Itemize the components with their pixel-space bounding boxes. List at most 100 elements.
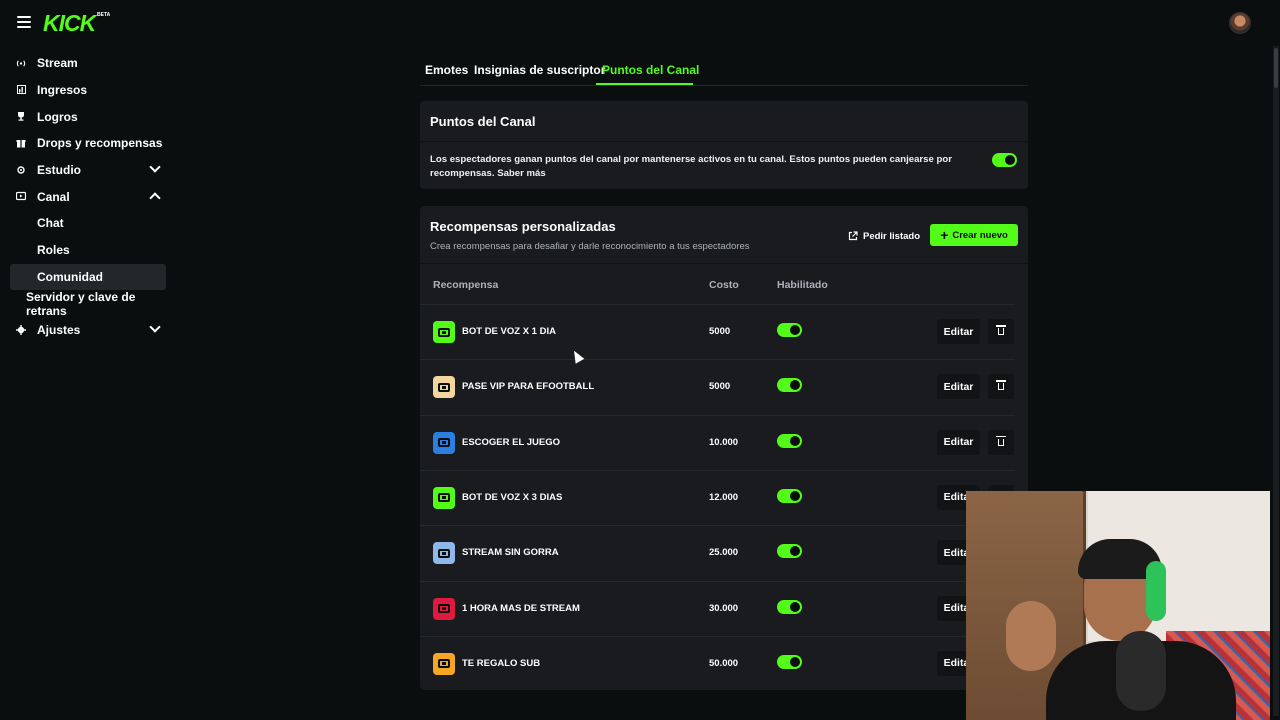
trash-icon [996,380,1006,391]
top-bar: KICK BETA [0,0,1280,46]
panel-subtitle: Crea recompensas para desafiar y darle r… [430,241,750,252]
reward-cost: 30.000 [709,602,739,614]
create-new-button[interactable]: + Crear nuevo [930,224,1018,246]
row-divider [420,359,1015,361]
tab-puntos-del-canal[interactable]: Puntos del Canal [602,63,699,77]
trash-icon [996,325,1006,335]
sidebar-item-label: Roles [37,243,70,258]
external-link-icon [848,231,858,241]
reward-name: 1 HORA MAS DE STREAM [462,602,580,614]
plus-icon: + [940,227,949,243]
reward-cost: 5000 [709,381,731,393]
beta-badge: BETA [97,12,111,18]
sidebar-item-ingresos[interactable]: Ingresos [10,77,166,104]
row-divider [420,469,1015,471]
sidebar-item-canal[interactable]: Canal [10,183,166,210]
channel-points-panel: Puntos del Canal Los espectadores ganan … [420,101,1028,189]
divider [420,263,1028,264]
sidebar-item-servidor[interactable]: Servidor y clave de retrans [10,289,166,318]
chevron-down-icon[interactable] [149,321,161,333]
sidebar-item-ajustes[interactable]: Ajustes [10,317,166,344]
channel-points-toggle[interactable] [992,153,1017,167]
kick-logo[interactable]: KICK [43,10,96,37]
active-tab-indicator [596,83,693,85]
reward-cost: 12.000 [709,491,739,503]
sidebar-item-label: Estudio [37,163,81,178]
reward-row: STREAM SIN GORRA 25.000 Editar [420,525,1028,580]
broadcast-icon [16,58,26,68]
channel-icon [16,191,26,201]
sidebar-item-label: Drops y recompensas [37,136,163,151]
delete-button[interactable] [988,429,1014,455]
column-header-cost: Costo [709,279,739,291]
edit-button[interactable]: Editar [937,319,980,344]
edit-button[interactable]: Editar [937,374,980,400]
webcam-microphone [1116,631,1166,711]
chevron-down-icon[interactable] [149,161,161,173]
trash-icon [996,435,1006,446]
sidebar-item-label: Comunidad [37,269,103,284]
user-avatar[interactable] [1229,12,1251,34]
panel-title: Puntos del Canal [430,114,536,129]
reward-enabled-toggle[interactable] [777,599,802,614]
reward-icon [433,376,455,399]
sidebar-item-label: Stream [37,56,78,71]
request-list-button[interactable]: Pedir listado [842,225,926,247]
sidebar-item-stream[interactable]: Stream [10,50,166,77]
reward-cost: 10.000 [709,436,739,448]
studio-icon [16,165,26,175]
webcam-hand [1006,601,1056,671]
sidebar-item-logros[interactable]: Logros [10,103,166,130]
reward-enabled-toggle[interactable] [777,654,802,669]
tab-insignias[interactable]: Insignias de suscriptor [474,63,605,77]
reward-row: 1 HORA MAS DE STREAM 30.000 Editar [420,580,1028,636]
panel-title: Recompensas personalizadas [430,219,616,234]
sidebar-item-roles[interactable]: Roles [10,237,166,264]
sidebar-item-label: Ingresos [37,83,88,98]
gear-icon [16,324,26,335]
custom-rewards-panel: Recompensas personalizadas Crea recompen… [420,206,1028,690]
reward-cost: 50.000 [709,657,739,669]
reward-row: TE REGALO SUB 50.000 Editar [420,635,1028,691]
menu-icon[interactable] [17,16,31,28]
reward-enabled-toggle[interactable] [777,544,802,559]
row-divider [420,580,1015,582]
webcam-headset [1146,561,1166,621]
sidebar-item-estudio[interactable]: Estudio [10,157,166,184]
chevron-up-icon[interactable] [149,192,161,205]
sidebar-item-label: Servidor y clave de retrans [26,289,136,318]
sidebar-item-label: Ajustes [37,323,81,338]
reward-name: BOT DE VOZ X 1 DIA [462,326,556,337]
reward-name: STREAM SIN GORRA [462,547,559,559]
sidebar-item-chat[interactable]: Chat [10,210,166,237]
reward-name: BOT DE VOZ X 3 DIAS [462,491,563,503]
reward-enabled-toggle[interactable] [777,488,802,503]
delete-button[interactable] [988,374,1014,400]
reward-icon [433,597,455,620]
gift-icon [16,138,26,149]
reward-icon [433,486,455,509]
channel-points-description: Los espectadores ganan puntos del canal … [430,154,952,179]
sidebar: Stream Ingresos Logros Drops y recompens… [10,50,166,344]
scrollbar-thumb[interactable] [1274,48,1278,88]
reward-row: PASE VIP PARA EFOOTBALL 5000 Editar [420,359,1028,414]
reward-icon [433,431,455,454]
reward-name: PASE VIP PARA EFOOTBALL [462,381,595,393]
chart-icon [16,85,26,95]
edit-button[interactable]: Editar [937,429,980,455]
reward-name: TE REGALO SUB [462,657,541,669]
tab-emotes[interactable]: Emotes [425,63,468,77]
request-list-label: Pedir listado [863,230,921,242]
trophy-icon [16,111,26,122]
row-divider [420,525,1015,527]
row-divider [420,635,1015,637]
sidebar-item-comunidad[interactable]: Comunidad [10,263,166,291]
reward-enabled-toggle[interactable] [777,433,802,448]
divider [420,141,1028,142]
page-scrollbar[interactable] [1273,46,1279,716]
sidebar-item-drops[interactable]: Drops y recompensas [10,130,166,157]
reward-enabled-toggle[interactable] [777,323,802,337]
delete-button[interactable] [988,319,1014,344]
reward-cost: 5000 [709,326,731,337]
reward-enabled-toggle[interactable] [777,378,802,393]
